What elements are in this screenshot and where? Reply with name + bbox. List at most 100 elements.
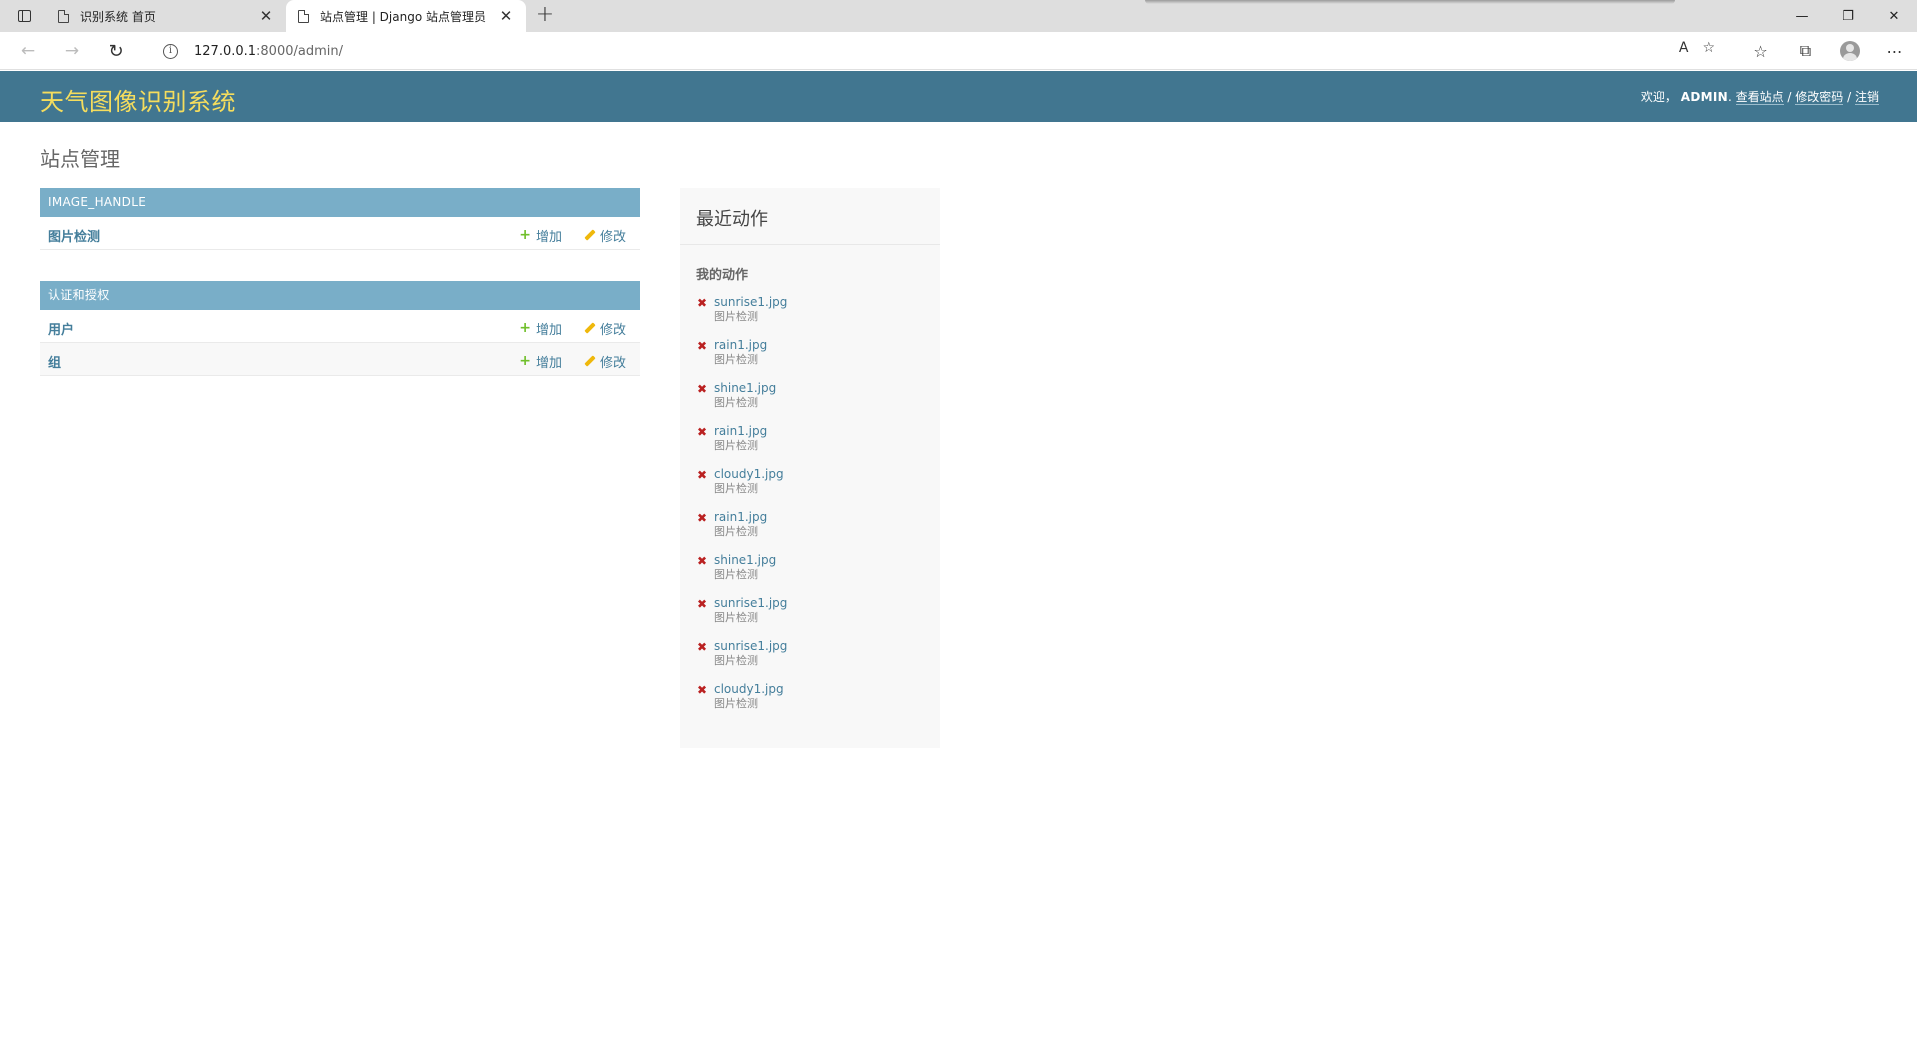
action-content-type: 图片检测 <box>714 525 758 538</box>
browser-tool-icons: ☆ ⧉ ⋯ <box>1738 38 1917 64</box>
change-link[interactable]: 修改 <box>584 226 626 245</box>
model-link[interactable]: 组 <box>48 352 61 371</box>
restore-icon[interactable]: ❐ <box>1825 0 1871 32</box>
action-object: sunrise1.jpg <box>714 639 788 653</box>
action-content-type: 图片检测 <box>714 611 758 624</box>
add-label: 增加 <box>535 230 562 245</box>
change-password-link[interactable]: 修改密码 <box>1795 90 1844 105</box>
user-tools: 欢迎， ADMIN. 查看站点 / 修改密码 / 注销 <box>1640 90 1879 105</box>
deletion-x-icon: ✖ <box>697 640 708 654</box>
page-icon <box>298 9 309 23</box>
add-plus-icon: + <box>519 320 531 336</box>
site-branding[interactable]: 天气图像识别系统 <box>40 82 236 117</box>
action-content-type: 图片检测 <box>714 310 758 323</box>
deletion-x-icon: ✖ <box>697 382 708 396</box>
model-row-image-detection: 图片检测 + 增加 修改 <box>40 217 640 250</box>
url-path: :8000/admin/ <box>256 43 343 59</box>
row-actions: + 增加 修改 <box>519 226 626 245</box>
deletion-x-icon: ✖ <box>697 511 708 525</box>
list-item: ✖ rain1.jpg 图片检测 <box>696 424 924 467</box>
recent-actions-title: 最近动作 <box>680 188 940 245</box>
username: ADMIN <box>1680 90 1728 104</box>
admin-header: 天气图像识别系统 欢迎， ADMIN. 查看站点 / 修改密码 / 注销 <box>0 71 1917 122</box>
list-item: ✖ shine1.jpg 图片检测 <box>696 381 924 424</box>
profile-avatar-icon[interactable] <box>1840 41 1860 61</box>
new-tab-icon[interactable]: + <box>532 3 558 29</box>
pencil-icon <box>584 356 595 367</box>
my-actions-subtitle: 我的动作 <box>696 268 749 283</box>
close-tab-icon[interactable]: ✕ <box>496 7 516 25</box>
add-plus-icon: + <box>519 353 531 369</box>
list-item: ✖ cloudy1.jpg 图片检测 <box>696 682 924 725</box>
separator: / <box>1847 90 1855 104</box>
add-link[interactable]: + 增加 <box>519 319 562 338</box>
list-item: ✖ rain1.jpg 图片检测 <box>696 510 924 553</box>
action-object: shine1.jpg <box>714 381 777 395</box>
add-label: 增加 <box>535 323 562 338</box>
favorites-icon[interactable]: ☆ <box>1738 38 1783 64</box>
action-object: sunrise1.jpg <box>714 596 788 610</box>
url-host: 127.0.0.1 <box>194 43 257 59</box>
change-label: 修改 <box>599 356 626 371</box>
change-label: 修改 <box>599 323 626 338</box>
back-arrow-icon[interactable]: ← <box>14 38 42 64</box>
forward-arrow-icon[interactable]: → <box>58 38 86 64</box>
change-link[interactable]: 修改 <box>584 319 626 338</box>
address-bar[interactable]: i 127.0.0.1 :8000/admin/ A ☆ <box>145 36 1725 66</box>
deletion-x-icon: ✖ <box>697 468 708 482</box>
add-plus-icon: + <box>519 227 531 243</box>
model-row-users: 用户 + 增加 修改 <box>40 310 640 343</box>
deletion-x-icon: ✖ <box>697 597 708 611</box>
list-item: ✖ sunrise1.jpg 图片检测 <box>696 596 924 639</box>
reload-icon[interactable]: ↻ <box>102 38 130 64</box>
close-window-icon[interactable]: ✕ <box>1871 0 1917 32</box>
tab-strip-shadow <box>1145 0 1675 4</box>
recent-actions-panel: 最近动作 我的动作 ✖ sunrise1.jpg 图片检测 ✖ rain1.jpg 图片… <box>680 188 940 748</box>
app-module-auth: 认证和授权 用户 + 增加 修改 组 + 增加 修改 <box>40 281 640 376</box>
deletion-x-icon: ✖ <box>697 554 708 568</box>
pencil-icon <box>584 323 595 334</box>
browser-tab-strip: 识别系统 首页 ✕ 站点管理 | Django 站点管理员 ✕ + — ❐ ✕ <box>0 0 1917 32</box>
page-title: 站点管理 <box>40 147 120 171</box>
read-aloud-icon[interactable]: A <box>1679 40 1689 56</box>
logout-link[interactable]: 注销 <box>1854 90 1879 105</box>
deletion-x-icon: ✖ <box>697 296 708 310</box>
welcome-text: 欢迎， <box>1640 90 1677 104</box>
browser-tab-title: 识别系统 首页 <box>80 9 156 24</box>
window-controls: — ❐ ✕ <box>1779 0 1917 32</box>
action-content-type: 图片检测 <box>714 439 758 452</box>
add-link[interactable]: + 增加 <box>519 352 562 371</box>
browser-tab-admin[interactable]: 站点管理 | Django 站点管理员 ✕ <box>286 0 526 32</box>
add-favorite-icon[interactable]: ☆ <box>1702 40 1715 56</box>
module-caption[interactable]: IMAGE_HANDLE <box>40 188 640 217</box>
model-link[interactable]: 用户 <box>48 319 74 338</box>
collections-icon[interactable]: ⧉ <box>1783 38 1828 64</box>
site-info-icon[interactable]: i <box>163 43 178 59</box>
action-content-type: 图片检测 <box>714 568 758 581</box>
model-link[interactable]: 图片检测 <box>48 226 100 245</box>
tab-sidebar-icon[interactable] <box>12 6 36 26</box>
browser-toolbar: ← → ↻ i 127.0.0.1 :8000/admin/ A ☆ ☆ ⧉ ⋯ <box>0 32 1917 70</box>
change-link[interactable]: 修改 <box>584 352 626 371</box>
list-item: ✖ rain1.jpg 图片检测 <box>696 338 924 381</box>
close-tab-icon[interactable]: ✕ <box>256 7 276 25</box>
add-link[interactable]: + 增加 <box>519 226 562 245</box>
address-bar-actions: A ☆ <box>1679 40 1715 56</box>
more-menu-icon[interactable]: ⋯ <box>1872 38 1917 64</box>
view-site-link[interactable]: 查看站点 <box>1735 90 1784 105</box>
page-icon <box>58 9 69 23</box>
action-object: shine1.jpg <box>714 553 777 567</box>
action-list: ✖ sunrise1.jpg 图片检测 ✖ rain1.jpg 图片检测 ✖ shine1… <box>680 283 940 725</box>
pencil-icon <box>584 230 595 241</box>
module-caption[interactable]: 认证和授权 <box>40 281 640 310</box>
minimize-icon[interactable]: — <box>1779 0 1825 32</box>
list-item: ✖ sunrise1.jpg 图片检测 <box>696 639 924 682</box>
browser-tab-home[interactable]: 识别系统 首页 ✕ <box>46 0 286 32</box>
list-item: ✖ sunrise1.jpg 图片检测 <box>696 295 924 338</box>
browser-tab-title: 站点管理 | Django 站点管理员 <box>320 9 486 24</box>
action-content-type: 图片检测 <box>714 654 758 667</box>
action-object: cloudy1.jpg <box>714 682 784 696</box>
deletion-x-icon: ✖ <box>697 425 708 439</box>
app-module-image-handle: IMAGE_HANDLE 图片检测 + 增加 修改 <box>40 188 640 250</box>
row-actions: + 增加 修改 <box>519 319 626 338</box>
